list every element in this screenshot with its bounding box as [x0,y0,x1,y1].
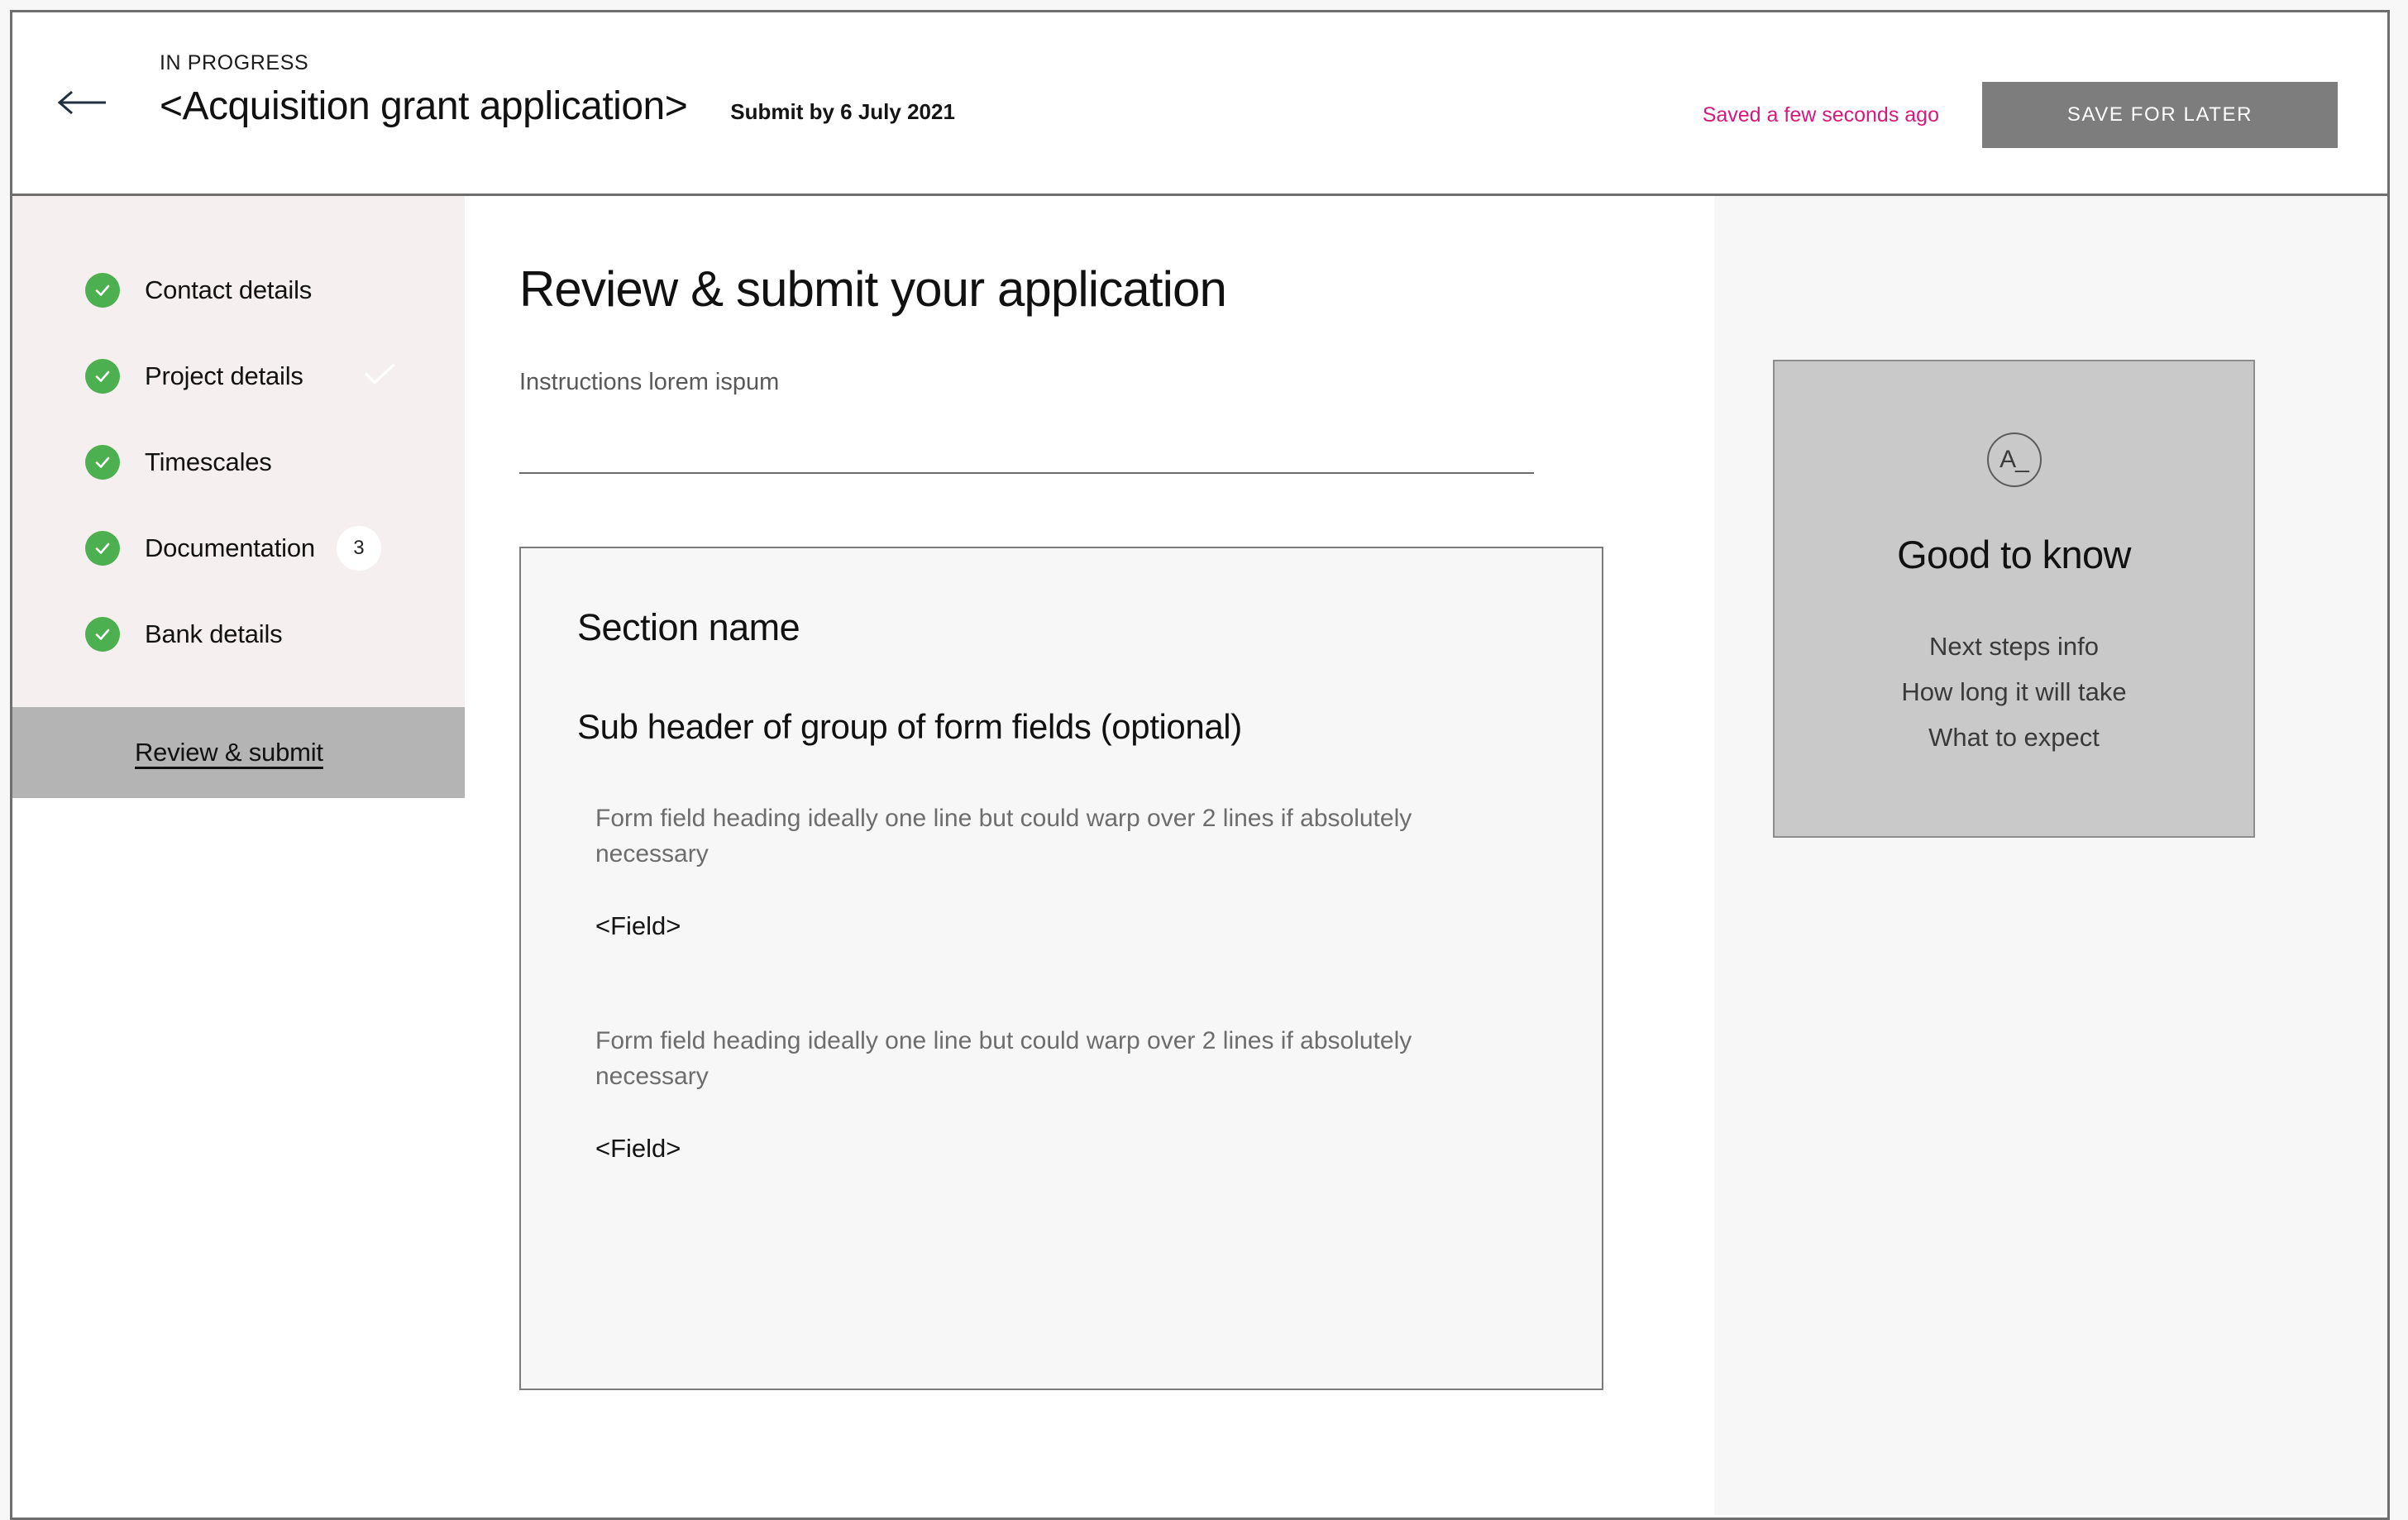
check-circle-icon [85,273,120,308]
header-actions: Saved a few seconds ago SAVE FOR LATER [1703,82,2338,148]
sidebar-item-project-details[interactable]: Project details [12,333,465,419]
page-title: <Acquisition grant application> [160,84,688,128]
application-window: IN PROGRESS <Acquisition grant applicati… [10,10,2390,1520]
ghost-check-icon [364,362,397,391]
sidebar-item-label: Documentation [145,533,315,562]
main-content: Review & submit your application Instruc… [465,196,1714,1515]
good-to-know-title: Good to know [1897,533,2131,576]
good-to-know-line: How long it will take [1901,677,2127,707]
info-avatar-icon: A_ [1986,433,2042,487]
form-section-name: Section name [577,606,800,648]
good-to-know-line: What to expect [1928,723,2100,753]
check-circle-icon [85,617,120,652]
main-page-title: Review & submit your application [519,261,1227,317]
sidebar-nav: Contact details Project details Timescal… [12,196,465,1515]
instructions-text: Instructions lorem ispum [519,369,780,395]
sidebar-item-bank-details[interactable]: Bank details [12,591,465,677]
sidebar-item-label: Timescales [145,447,272,476]
form-field-value[interactable]: <Field> [577,911,1602,941]
sidebar-item-label: Bank details [145,619,283,648]
check-circle-icon [85,445,120,480]
form-sub-header: Sub header of group of form fields (opti… [577,707,1242,746]
sidebar-item-label: Review & submit [135,738,323,767]
form-field-group: Form field heading ideally one line but … [577,801,1602,941]
sidebar-item-review-and-submit[interactable]: Review & submit [12,707,465,798]
sidebar-item-timescales[interactable]: Timescales [12,419,465,505]
save-for-later-button[interactable]: SAVE FOR LATER [1982,82,2338,148]
sidebar-item-label: Contact details [145,275,313,304]
app-header: IN PROGRESS <Acquisition grant applicati… [12,12,2387,196]
check-circle-icon [85,359,120,394]
sidebar-steps-list: Contact details Project details Timescal… [12,196,465,707]
section-divider [519,472,1534,474]
title-row: <Acquisition grant application> Submit b… [160,84,955,129]
sidebar-item-label: Project details [145,361,303,390]
back-arrow-icon[interactable] [56,88,108,117]
good-to-know-box: A_ Good to know Next steps info How long… [1773,360,2255,838]
sidebar-item-contact-details[interactable]: Contact details [12,247,465,333]
body-area: Contact details Project details Timescal… [12,196,2387,1515]
form-field-heading: Form field heading ideally one line but … [595,1027,1412,1090]
good-to-know-lines: Next steps info How long it will take Wh… [1901,624,2126,761]
header-title-block: IN PROGRESS <Acquisition grant applicati… [160,51,955,129]
sidebar-item-documentation[interactable]: Documentation 3 [12,505,465,591]
form-field-heading: Form field heading ideally one line but … [595,805,1412,868]
check-circle-icon [85,531,120,566]
saved-status: Saved a few seconds ago [1702,103,1939,127]
form-section-card: Section name Sub header of group of form… [519,547,1603,1390]
form-field-value[interactable]: <Field> [577,1134,1602,1164]
form-field-group: Form field heading ideally one line but … [577,1024,1602,1164]
good-to-know-line: Next steps info [1928,632,2100,661]
info-sidebar: A_ Good to know Next steps info How long… [1714,196,2387,1515]
submit-deadline: Submit by 6 July 2021 [730,98,955,124]
status-label: IN PROGRESS [160,51,309,74]
documentation-count-badge: 3 [336,526,381,571]
